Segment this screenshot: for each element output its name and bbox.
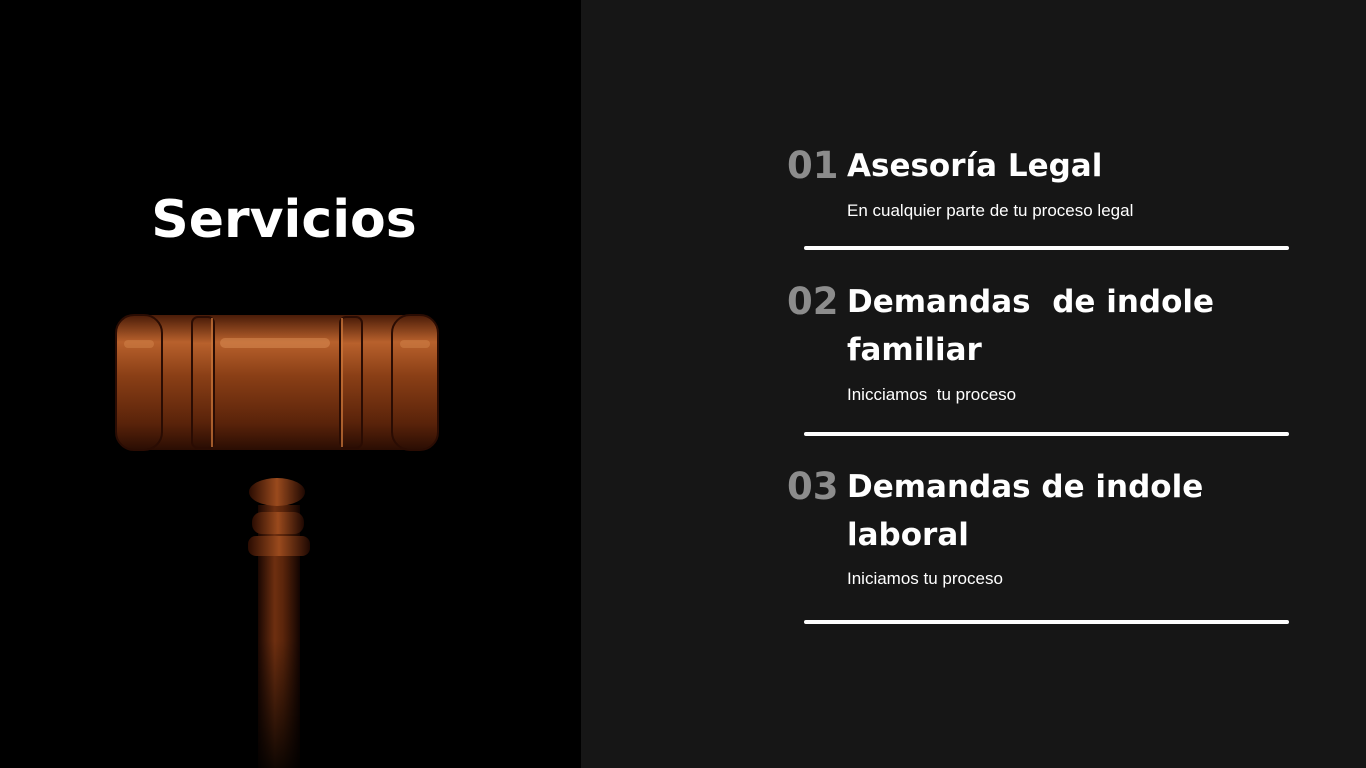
gavel-icon	[115, 314, 439, 768]
service-title: Asesoría Legal	[847, 148, 1103, 184]
page-title: Servicios	[151, 190, 417, 250]
service-description: Iniciamos tu proceso	[847, 569, 1003, 588]
service-description: En cualquier parte de tu proceso legal	[847, 201, 1134, 220]
service-title: Demandas de indole laboral	[847, 469, 1215, 553]
service-title: Demandas de indole familiar	[847, 284, 1225, 368]
right-panel: 01 Asesoría Legal En cualquier parte de …	[581, 0, 1366, 768]
divider	[804, 246, 1289, 250]
service-number: 03	[787, 465, 839, 508]
service-description: Inicciamos tu proceso	[847, 385, 1017, 404]
divider	[804, 620, 1289, 624]
divider	[804, 432, 1289, 436]
service-number: 01	[787, 144, 839, 187]
service-number: 02	[787, 280, 839, 323]
left-panel: Servicios	[0, 0, 581, 768]
slide: Servicios 01 Asesoría Legal En cualquier…	[0, 0, 1366, 768]
